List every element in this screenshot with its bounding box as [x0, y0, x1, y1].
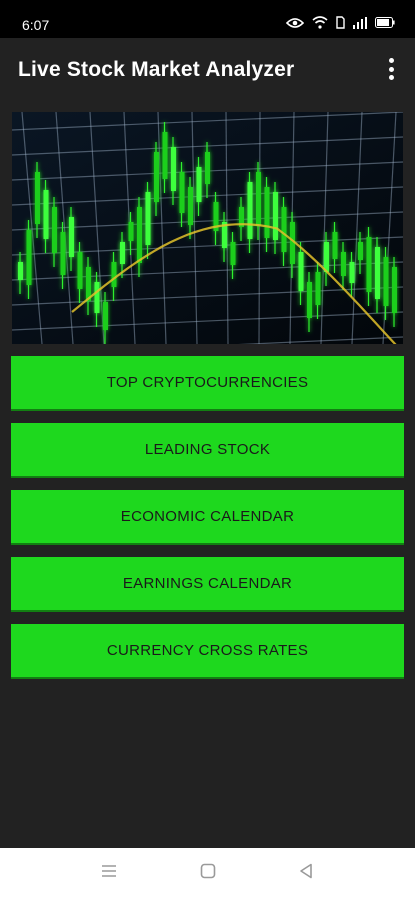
battery-icon: [375, 17, 395, 28]
wifi-icon: [312, 16, 328, 29]
status-bar: 6:07: [0, 0, 415, 38]
system-navigation-bar: [0, 848, 415, 900]
stock-chart-banner-image: [12, 112, 403, 344]
earnings-calendar-button[interactable]: EARNINGS CALENDAR: [11, 557, 404, 612]
more-vert-icon[interactable]: [385, 58, 397, 80]
top-cryptocurrencies-button[interactable]: TOP CRYPTOCURRENCIES: [11, 356, 404, 411]
economic-calendar-button[interactable]: ECONOMIC CALENDAR: [11, 490, 404, 545]
leading-stock-button[interactable]: LEADING STOCK: [11, 423, 404, 478]
sim-icon: [336, 16, 345, 29]
recents-icon[interactable]: [100, 862, 118, 885]
status-icons: [286, 16, 395, 29]
app-title: Live Stock Market Analyzer: [18, 58, 295, 81]
menu-list: TOP CRYPTOCURRENCIES LEADING STOCK ECONO…: [11, 356, 404, 691]
eye-icon: [286, 17, 304, 29]
app-bar: Live Stock Market Analyzer: [0, 38, 415, 98]
back-icon[interactable]: [297, 862, 315, 885]
status-time: 6:07: [22, 17, 50, 33]
home-icon[interactable]: [199, 862, 217, 885]
signal-icon: [353, 16, 367, 29]
currency-cross-rates-button[interactable]: CURRENCY CROSS RATES: [11, 624, 404, 679]
